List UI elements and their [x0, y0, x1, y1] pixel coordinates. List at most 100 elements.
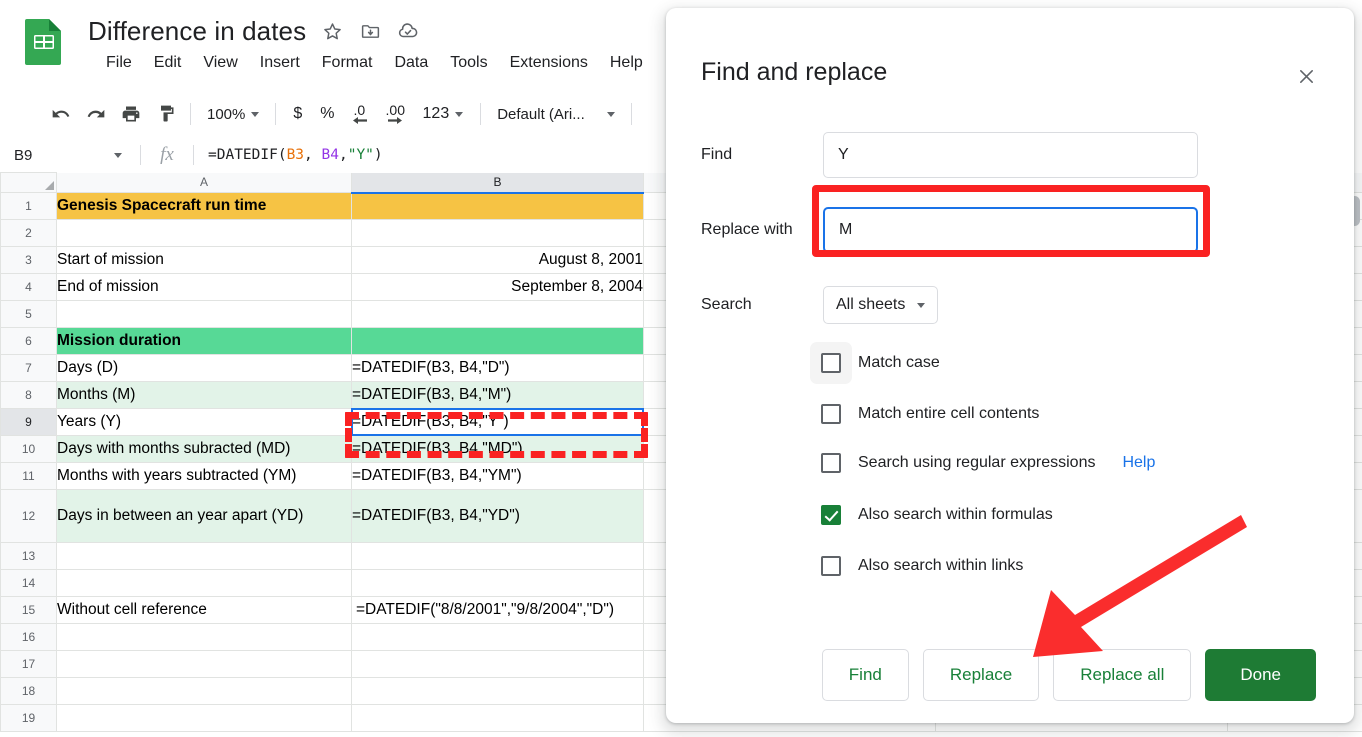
- grid-cell[interactable]: =DATEDIF(B3, B4,"M"): [351, 381, 644, 409]
- zoom-selector[interactable]: 100%: [199, 102, 267, 127]
- grid-cell[interactable]: [56, 300, 352, 328]
- undo-icon[interactable]: [45, 98, 77, 130]
- checkbox-also-search-within-formulas[interactable]: [821, 505, 841, 525]
- row-header[interactable]: 17: [0, 650, 57, 678]
- column-header-a[interactable]: A: [56, 172, 352, 193]
- checkbox-match-case[interactable]: [821, 353, 841, 373]
- grid-cell[interactable]: =DATEDIF("8/8/2001","9/8/2004","D"): [351, 596, 644, 624]
- regex-help-link[interactable]: Help: [1122, 454, 1155, 472]
- selection-fill-handle[interactable]: [641, 433, 647, 439]
- row-header[interactable]: 14: [0, 569, 57, 597]
- decrease-decimal-icon[interactable]: .0: [347, 98, 379, 130]
- row-header[interactable]: 9: [0, 408, 57, 436]
- menu-file[interactable]: File: [95, 52, 143, 74]
- name-box[interactable]: B9: [0, 138, 140, 172]
- replace-all-button[interactable]: Replace all: [1053, 649, 1192, 701]
- grid-cell[interactable]: [56, 623, 352, 651]
- row-header[interactable]: 11: [0, 462, 57, 490]
- grid-cell[interactable]: Genesis Spacecraft run time: [56, 192, 352, 220]
- column-header-b[interactable]: B: [351, 172, 644, 194]
- find-button[interactable]: Find: [821, 649, 909, 701]
- menu-edit[interactable]: Edit: [143, 52, 193, 74]
- grid-cell[interactable]: [351, 192, 644, 220]
- checkbox-search-using-regular-expressions[interactable]: [821, 453, 841, 473]
- row-header[interactable]: 4: [0, 273, 57, 301]
- move-to-folder-icon[interactable]: [358, 19, 382, 43]
- grid-cell[interactable]: Start of mission: [56, 246, 352, 274]
- star-icon[interactable]: [320, 19, 344, 43]
- row-header[interactable]: 5: [0, 300, 57, 328]
- checkbox-row[interactable]: Match entire cell contents: [821, 404, 1039, 424]
- menu-insert[interactable]: Insert: [249, 52, 311, 74]
- grid-cell[interactable]: Years (Y): [56, 408, 352, 436]
- search-scope-dropdown[interactable]: All sheets: [823, 286, 939, 324]
- row-header[interactable]: 18: [0, 677, 57, 705]
- grid-cell[interactable]: Mission duration: [56, 327, 352, 355]
- grid-cell[interactable]: =DATEDIF(B3, B4,"YD"): [351, 489, 644, 543]
- more-formats-button[interactable]: 123: [414, 101, 473, 127]
- google-sheets-icon[interactable]: [22, 17, 66, 67]
- grid-cell[interactable]: End of mission: [56, 273, 352, 301]
- row-header[interactable]: 16: [0, 623, 57, 651]
- grid-cell[interactable]: [56, 542, 352, 570]
- menu-view[interactable]: View: [192, 52, 248, 74]
- font-selector[interactable]: Default (Ari...: [489, 102, 623, 127]
- find-input[interactable]: [823, 132, 1198, 178]
- row-header[interactable]: 2: [0, 219, 57, 247]
- grid-cell[interactable]: [56, 219, 352, 247]
- checkbox-row[interactable]: Also search within links: [821, 556, 1023, 576]
- close-icon[interactable]: [1290, 60, 1322, 92]
- grid-cell[interactable]: Days in between an year apart (YD): [56, 489, 352, 543]
- grid-cell[interactable]: [351, 569, 644, 597]
- grid-cell[interactable]: September 8, 2004: [351, 273, 644, 301]
- checkbox-row[interactable]: Search using regular expressions Help: [821, 453, 1155, 473]
- row-header[interactable]: 8: [0, 381, 57, 409]
- grid-cell[interactable]: [351, 623, 644, 651]
- row-header[interactable]: 1: [0, 192, 57, 220]
- grid-cell[interactable]: [56, 677, 352, 705]
- row-header[interactable]: 15: [0, 596, 57, 624]
- grid-cell[interactable]: =DATEDIF(B3, B4,"Y"): [351, 408, 647, 439]
- row-header[interactable]: 12: [0, 489, 57, 543]
- checkbox-match-entire-cell-contents[interactable]: [821, 404, 841, 424]
- grid-cell[interactable]: =DATEDIF(B3, B4,"D"): [351, 354, 644, 382]
- grid-cell[interactable]: [351, 300, 644, 328]
- paint-format-icon[interactable]: [150, 98, 182, 130]
- grid-cell[interactable]: [56, 650, 352, 678]
- menu-tools[interactable]: Tools: [439, 52, 498, 74]
- grid-cell[interactable]: Months (M): [56, 381, 352, 409]
- row-header[interactable]: 13: [0, 542, 57, 570]
- row-header[interactable]: 19: [0, 704, 57, 732]
- row-header[interactable]: 6: [0, 327, 57, 355]
- select-all-corner[interactable]: [0, 172, 57, 193]
- document-title[interactable]: Difference in dates: [88, 16, 306, 47]
- menu-format[interactable]: Format: [311, 52, 384, 74]
- grid-cell[interactable]: [56, 704, 352, 732]
- grid-cell[interactable]: Without cell reference: [56, 596, 352, 624]
- grid-cell[interactable]: [351, 677, 644, 705]
- grid-cell[interactable]: =DATEDIF(B3, B4,"YM"): [351, 462, 644, 490]
- increase-decimal-icon[interactable]: .00: [382, 98, 414, 130]
- redo-icon[interactable]: [80, 98, 112, 130]
- replace-with-input[interactable]: [823, 207, 1198, 253]
- menu-help[interactable]: Help: [599, 52, 654, 74]
- cloud-saved-icon[interactable]: [396, 19, 420, 43]
- row-header[interactable]: 10: [0, 435, 57, 463]
- replace-button[interactable]: Replace: [922, 649, 1040, 701]
- grid-cell[interactable]: [351, 704, 644, 732]
- grid-cell[interactable]: [351, 327, 644, 355]
- grid-cell[interactable]: Days (D): [56, 354, 352, 382]
- grid-cell[interactable]: Days with months subracted (MD): [56, 435, 352, 463]
- done-button[interactable]: Done: [1205, 649, 1316, 701]
- row-header[interactable]: 3: [0, 246, 57, 274]
- grid-cell[interactable]: [351, 650, 644, 678]
- grid-cell[interactable]: [351, 542, 644, 570]
- grid-cell[interactable]: Months with years subtracted (YM): [56, 462, 352, 490]
- grid-cell[interactable]: August 8, 2001: [351, 246, 644, 274]
- checkbox-also-search-within-links[interactable]: [821, 556, 841, 576]
- percent-format-button[interactable]: %: [311, 101, 343, 127]
- print-icon[interactable]: [115, 98, 147, 130]
- checkbox-row[interactable]: Match case: [821, 353, 940, 373]
- checkbox-row[interactable]: Also search within formulas: [821, 505, 1053, 525]
- grid-cell[interactable]: =DATEDIF(B3, B4,"MD"): [351, 435, 644, 463]
